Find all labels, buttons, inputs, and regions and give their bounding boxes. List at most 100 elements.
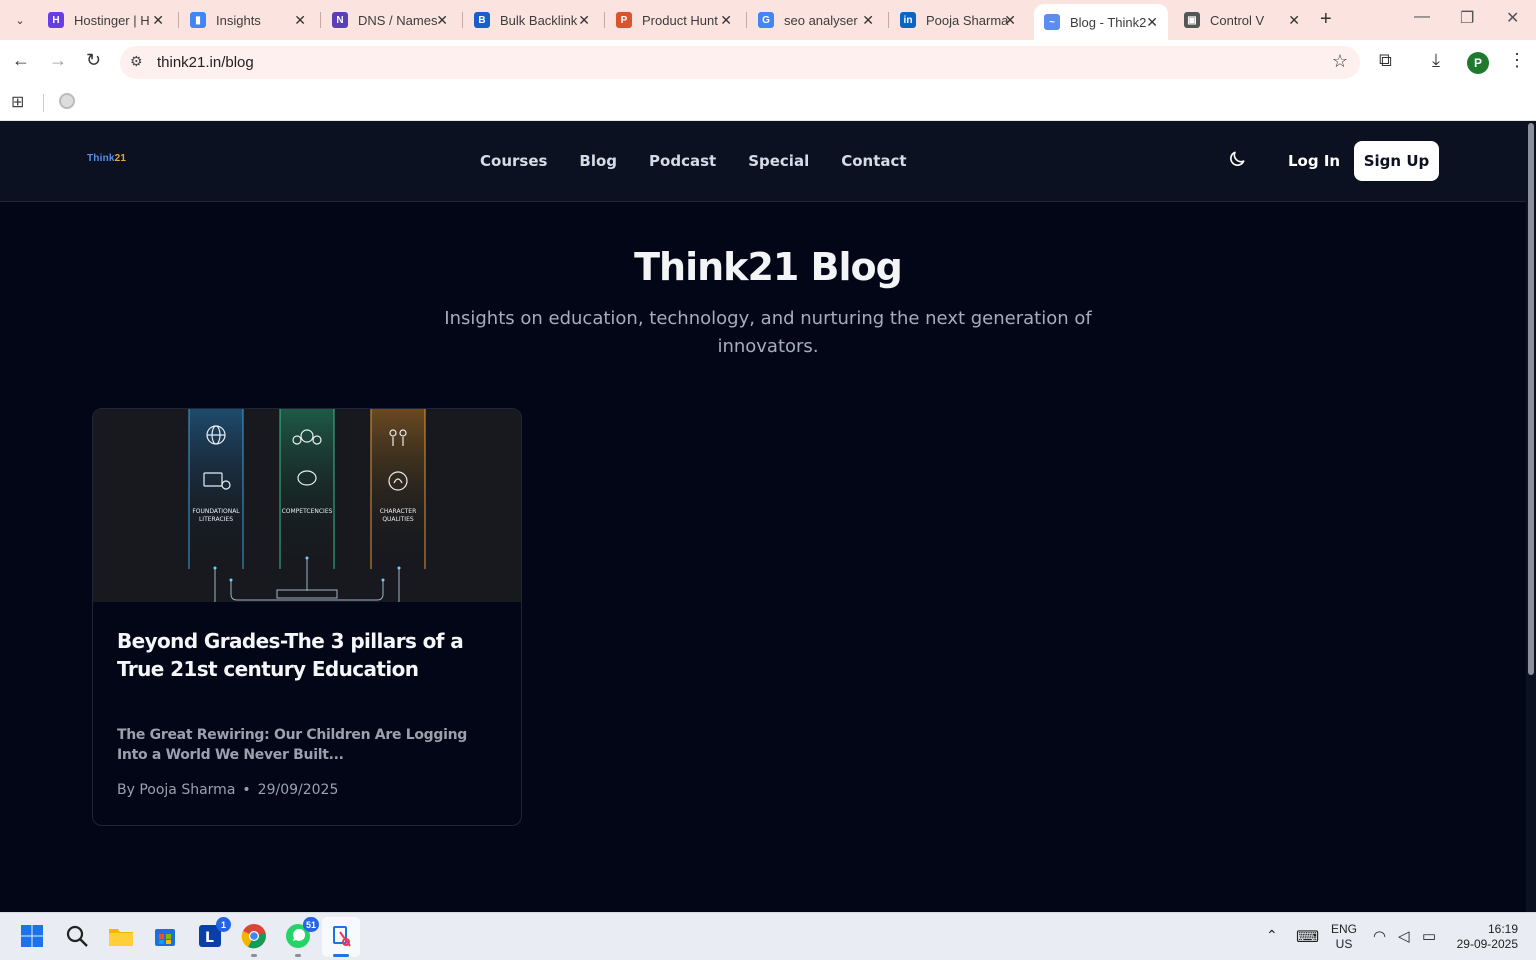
search-icon[interactable]: [64, 923, 90, 949]
tab-separator: [178, 12, 179, 28]
tab-title: Pooja Sharma: [926, 12, 1009, 28]
close-window-icon[interactable]: ✕: [1506, 8, 1519, 28]
page-scrollbar-thumb[interactable]: [1528, 123, 1534, 675]
linkedin-app-icon[interactable]: L 1: [197, 917, 231, 949]
battery-icon[interactable]: ▭: [1422, 927, 1436, 945]
download-icon[interactable]: ⤓: [1432, 50, 1440, 71]
bookmark-separator: [43, 94, 44, 112]
pillar-label-character-line2: QUALITIES: [382, 516, 414, 523]
nav-link-blog[interactable]: Blog: [579, 152, 617, 170]
whatsapp-running-indicator: [295, 954, 301, 957]
bookmark-favicon-icon[interactable]: [59, 93, 75, 109]
site-logo[interactable]: Think21: [87, 153, 126, 164]
tab-close-icon[interactable]: ✕: [862, 12, 874, 29]
signup-button[interactable]: Sign Up: [1354, 141, 1439, 181]
site-info-icon[interactable]: ⚙: [130, 53, 143, 70]
forward-arrow-icon[interactable]: →: [49, 50, 67, 71]
tab-favicon-icon: N: [332, 12, 348, 28]
tab-close-icon[interactable]: ✕: [578, 12, 590, 29]
logo-suffix: 21: [114, 153, 127, 164]
browser-tab-bar: ⌄ H Hostinger | H ✕ ▮ Insights ✕ N DNS / Names ✕…: [0, 0, 1536, 40]
chrome-running-indicator: [251, 954, 257, 957]
browser-tab[interactable]: ~ Blog - Think2 ✕: [1034, 4, 1168, 40]
nav-link-contact[interactable]: Contact: [841, 152, 906, 170]
post-date: 29/09/2025: [257, 782, 339, 798]
back-arrow-icon[interactable]: ←: [12, 50, 30, 71]
clock-time: 16:19: [1487, 922, 1518, 936]
tab-close-icon[interactable]: ✕: [152, 12, 164, 29]
pillar-label-literacies-line1: FOUNDATIONAL: [192, 508, 240, 515]
post-author: By Pooja Sharma: [117, 782, 236, 798]
tab-close-icon[interactable]: ✕: [1004, 12, 1016, 29]
show-hidden-icons-chevron-icon[interactable]: ⌃: [1266, 927, 1278, 944]
svg-text:L: L: [205, 930, 214, 946]
system-clock[interactable]: 16:19 29-09-2025: [1452, 922, 1518, 952]
snipping-tool-icon[interactable]: [329, 923, 355, 949]
region-code: US: [1335, 937, 1353, 951]
meta-separator-dot: •: [242, 782, 251, 798]
profile-avatar[interactable]: P: [1467, 52, 1489, 74]
dark-mode-moon-icon[interactable]: [1227, 149, 1247, 169]
nav-link-special[interactable]: Special: [748, 152, 809, 170]
tab-favicon-icon: P: [616, 12, 632, 28]
browser-tab[interactable]: N DNS / Names ✕: [322, 6, 458, 34]
browser-tab[interactable]: Gseo analyser ✕: [748, 6, 884, 34]
new-tab-plus-icon[interactable]: +: [1320, 8, 1332, 31]
browser-tab[interactable]: in Pooja Sharma ✕: [890, 6, 1026, 34]
tab-title: Insights: [216, 12, 261, 28]
restore-icon[interactable]: ❐: [1460, 8, 1474, 28]
extensions-puzzle-icon[interactable]: ⧉: [1379, 50, 1392, 71]
browser-tab[interactable]: H Hostinger | H ✕: [38, 6, 174, 34]
chrome-icon[interactable]: [241, 923, 267, 949]
address-toolbar: ← → ↻ ⚙ think21.in/blog ☆ ⧉ ⤓ ⋮: [0, 40, 1536, 84]
nav-link-courses[interactable]: Courses: [480, 152, 547, 170]
tab-separator: [746, 12, 747, 28]
tab-separator: [888, 12, 889, 28]
minimize-icon[interactable]: —: [1414, 8, 1430, 26]
tab-favicon-icon: B: [474, 12, 490, 28]
tab-title: Product Hunt: [642, 12, 718, 28]
blog-post-card[interactable]: FOUNDATIONAL LITERACIES COMPETCENCIES CH…: [92, 408, 522, 826]
omnibox[interactable]: ⚙ think21.in/blog ☆: [120, 46, 1360, 79]
apps-grid-icon[interactable]: ⊞: [11, 92, 24, 112]
snipping-active-indicator: [333, 954, 349, 957]
reload-icon[interactable]: ↻: [86, 50, 101, 71]
tab-separator: [604, 12, 605, 28]
web-page: Think21 Courses Blog Podcast Special Contact…: [0, 121, 1536, 912]
post-title[interactable]: Beyond Grades-The 3 pillars of a True 21…: [117, 627, 497, 683]
tab-title: Hostinger | H: [74, 12, 150, 28]
url-text[interactable]: think21.in/blog: [157, 54, 254, 71]
whatsapp-badge: 51: [302, 917, 319, 932]
tab-search-chevron-icon[interactable]: ⌄: [8, 8, 32, 32]
wifi-icon[interactable]: ◠: [1373, 927, 1386, 945]
tab-favicon-icon: H: [48, 12, 64, 28]
tab-close-icon[interactable]: ✕: [436, 12, 448, 29]
main-nav: Courses Blog Podcast Special Contact: [480, 152, 939, 170]
volume-icon[interactable]: ◁: [1398, 927, 1410, 945]
tab-close-icon[interactable]: ✕: [1288, 12, 1300, 29]
browser-tab[interactable]: ▮ Insights ✕: [180, 6, 316, 34]
browser-tab[interactable]: P Product Hunt ✕: [606, 6, 742, 34]
tab-separator: [462, 12, 463, 28]
tab-title: Bulk Backlink: [500, 12, 578, 28]
browser-menu-icon[interactable]: ⋮: [1508, 50, 1526, 71]
tab-favicon-icon: in: [900, 12, 916, 28]
tab-close-icon[interactable]: ✕: [1146, 14, 1158, 31]
windows-start-icon[interactable]: [19, 923, 45, 949]
touch-keyboard-icon[interactable]: ⌨: [1296, 927, 1319, 947]
tab-separator: [320, 12, 321, 28]
nav-link-podcast[interactable]: Podcast: [649, 152, 716, 170]
microsoft-store-icon[interactable]: [152, 923, 178, 949]
browser-tab[interactable]: B Bulk Backlink ✕: [464, 6, 600, 34]
login-button[interactable]: Log In: [1288, 152, 1340, 170]
page-subtitle: Insights on education, technology, and n…: [444, 308, 1092, 357]
tab-close-icon[interactable]: ✕: [720, 12, 732, 29]
whatsapp-icon[interactable]: 51: [285, 917, 319, 949]
browser-tab[interactable]: ▣ Control V ✕: [1174, 6, 1310, 34]
post-cover-image[interactable]: FOUNDATIONAL LITERACIES COMPETCENCIES CH…: [93, 409, 522, 602]
file-explorer-icon[interactable]: [108, 923, 134, 949]
input-language[interactable]: ENG US: [1331, 922, 1357, 952]
pillar-label-character-line1: CHARACTER: [380, 508, 417, 515]
tab-close-icon[interactable]: ✕: [294, 12, 306, 29]
bookmark-star-icon[interactable]: ☆: [1332, 51, 1348, 72]
